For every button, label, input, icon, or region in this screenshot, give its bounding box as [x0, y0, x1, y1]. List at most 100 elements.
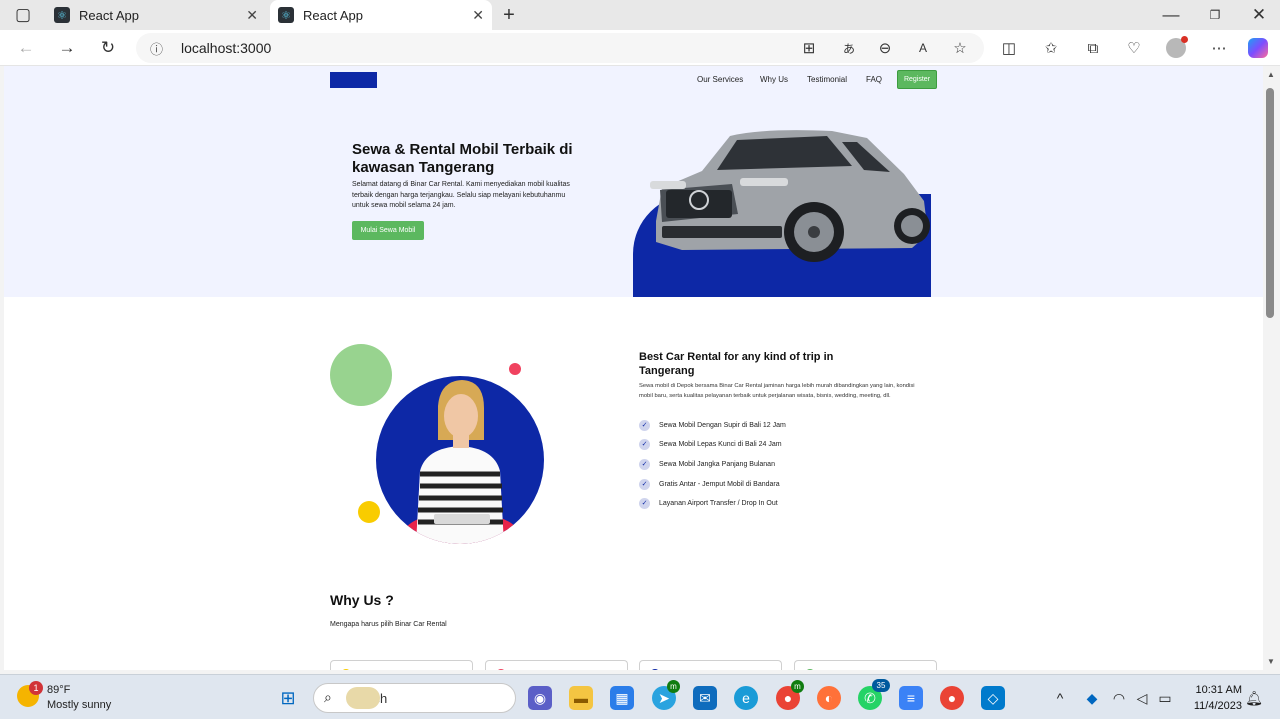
volume-icon[interactable]: ◁: [1130, 686, 1154, 710]
service-person-image: [376, 376, 544, 544]
check-icon: ✓: [639, 497, 650, 509]
hero-car-image: [650, 130, 930, 262]
whatsapp-badge: 35: [872, 679, 890, 692]
tab-react-app-1[interactable]: ⚛ React App ✕: [46, 0, 266, 30]
site-info-icon[interactable]: ⓘ: [150, 39, 163, 58]
show-hidden-icons-icon[interactable]: ^: [1048, 686, 1072, 710]
why-us-card: [639, 660, 782, 670]
telegram-badge: m: [667, 680, 680, 693]
more-options-icon[interactable]: ⋯: [1208, 37, 1230, 59]
refresh-icon[interactable]: ↻: [97, 37, 119, 59]
nav-faq[interactable]: FAQ: [866, 75, 882, 84]
react-favicon-icon: ⚛: [54, 7, 70, 23]
weather-description: Mostly sunny: [47, 699, 112, 711]
favorites-icon[interactable]: ✩: [1040, 37, 1062, 59]
url-field[interactable]: ⓘ localhost:3000 ⊞ あ ⊖ A ☆: [136, 33, 984, 63]
scroll-down-icon[interactable]: ▼: [1267, 657, 1275, 666]
nav-testimonial[interactable]: Testimonial: [807, 75, 847, 84]
why-us-card: [794, 660, 937, 670]
list-item: ✓ Sewa Mobil Jangka Panjang Bulanan: [639, 458, 775, 470]
close-window-icon[interactable]: ✕: [1248, 4, 1270, 26]
notifications-bell-icon[interactable]: 🔔︎: [1242, 686, 1266, 710]
browser-tab-bar: ▢ ⚛ React App ✕ ⚛ React App ✕ + — ❐ ✕: [0, 0, 1280, 30]
file-explorer-icon[interactable]: ▬: [569, 686, 593, 710]
favorite-star-icon[interactable]: ☆: [949, 37, 971, 59]
check-icon: ✓: [639, 419, 650, 431]
telegram-icon[interactable]: ➤ m: [652, 680, 680, 710]
tab-title: React App: [79, 7, 139, 23]
translate-icon[interactable]: あ: [838, 37, 860, 59]
services-title: Best Car Rental for any kind of trip in …: [639, 351, 834, 377]
why-us-title: Why Us ?: [330, 592, 394, 608]
vscode-icon[interactable]: ◇: [981, 686, 1005, 710]
microsoft-store-icon[interactable]: ▦: [610, 686, 634, 710]
list-item: ✓ Sewa Mobil Dengan Supir di Bali 12 Jam: [639, 419, 786, 431]
chrome-icon[interactable]: ● m: [776, 680, 804, 710]
url-text: localhost:3000: [181, 40, 272, 56]
why-us-card: [330, 660, 473, 670]
zoom-icon[interactable]: ⊖: [874, 37, 896, 59]
restore-icon[interactable]: ❐: [1204, 4, 1226, 26]
new-tab-icon[interactable]: +: [498, 4, 520, 26]
hero-section: Our Services Why Us Testimonial FAQ Regi…: [4, 66, 1263, 297]
register-button[interactable]: Register: [897, 70, 937, 89]
system-clock[interactable]: 10:31 AM 11/4/2023: [1186, 682, 1242, 714]
read-aloud-icon[interactable]: A: [912, 37, 934, 59]
split-screen-icon[interactable]: ◫: [998, 37, 1020, 59]
hero-title: Sewa & Rental Mobil Terbaik di kawasan T…: [352, 141, 573, 176]
forward-icon[interactable]: →: [56, 37, 78, 59]
list-item: ✓ Layanan Airport Transfer / Drop In Out: [639, 497, 778, 509]
weather-temperature: 89°F: [47, 684, 71, 696]
notepad-icon[interactable]: ≡: [899, 686, 923, 710]
whatsapp-icon[interactable]: ✆ 35: [858, 679, 890, 710]
site-logo[interactable]: [330, 72, 377, 88]
tab-actions-icon[interactable]: ▢: [12, 4, 34, 26]
security-icon[interactable]: ◆: [1080, 686, 1104, 710]
list-item: ✓ Sewa Mobil Lepas Kunci di Bali 24 Jam: [639, 438, 782, 450]
start-rental-button[interactable]: Mulai Sewa Mobil: [352, 221, 424, 240]
page-scrollbar[interactable]: ▲ ▼: [1263, 66, 1280, 670]
search-highlight-icon: [346, 687, 380, 709]
scroll-up-icon[interactable]: ▲: [1267, 70, 1275, 79]
firefox-icon[interactable]: ◐: [817, 686, 841, 710]
nav-why-us[interactable]: Why Us: [760, 75, 788, 84]
scrollbar-thumb[interactable]: [1266, 88, 1274, 318]
app-available-icon[interactable]: ⊞: [798, 37, 820, 59]
why-us-subtitle: Mengapa harus pilih Binar Car Rental: [330, 621, 447, 628]
close-tab-icon[interactable]: ✕: [472, 7, 484, 24]
check-icon: ✓: [639, 478, 650, 490]
tab-react-app-2[interactable]: ⚛ React App ✕: [270, 0, 492, 30]
profile-avatar-icon[interactable]: [1165, 36, 1188, 59]
tab-title: React App: [303, 7, 363, 23]
react-favicon-icon: ⚛: [278, 7, 294, 23]
nav-our-services[interactable]: Our Services: [697, 75, 743, 84]
edge-browser-icon[interactable]: e: [734, 686, 758, 710]
why-us-card: [485, 660, 628, 670]
minimize-icon[interactable]: —: [1160, 4, 1182, 26]
clock-date: 11/4/2023: [1193, 700, 1242, 712]
page-viewport: Our Services Why Us Testimonial FAQ Regi…: [4, 66, 1263, 670]
search-icon: ⌕: [324, 689, 332, 705]
teams-meet-icon[interactable]: ◉: [528, 686, 552, 710]
check-icon: ✓: [639, 438, 650, 450]
browser-essentials-icon[interactable]: ♡: [1123, 37, 1145, 59]
clock-time: 10:31 AM: [1195, 684, 1242, 696]
list-item: ✓ Gratis Antar - Jemput Mobil di Bandara: [639, 478, 780, 490]
start-menu-icon[interactable]: ⊞: [276, 686, 300, 710]
copilot-icon[interactable]: [1247, 37, 1269, 59]
back-icon[interactable]: ←: [15, 37, 37, 59]
close-tab-icon[interactable]: ✕: [246, 7, 258, 24]
address-bar-row: ← → ↻ ⓘ localhost:3000 ⊞ あ ⊖ A ☆ ◫ ✩ ⧉ ♡…: [0, 30, 1280, 66]
collections-icon[interactable]: ⧉: [1082, 37, 1104, 59]
wifi-icon[interactable]: ◠: [1107, 686, 1131, 710]
decor-red-dot: [509, 363, 521, 375]
chrome-profile-icon[interactable]: ●: [940, 686, 964, 710]
taskbar-search-box[interactable]: ⌕ Search: [313, 683, 516, 713]
weather-badge: 1: [29, 681, 43, 695]
windows-taskbar: 1 89°F Mostly sunny ⊞ ⌕ Search ◉ ▬ ▦ ➤ m…: [0, 674, 1280, 719]
mail-icon[interactable]: ✉: [693, 686, 717, 710]
services-description: Sewa mobil di Depok bersama Binar Car Re…: [639, 383, 915, 399]
check-icon: ✓: [639, 458, 650, 470]
hero-description: Selamat datang di Binar Car Rental. Kami…: [352, 181, 570, 209]
battery-icon[interactable]: ▭: [1153, 686, 1177, 710]
